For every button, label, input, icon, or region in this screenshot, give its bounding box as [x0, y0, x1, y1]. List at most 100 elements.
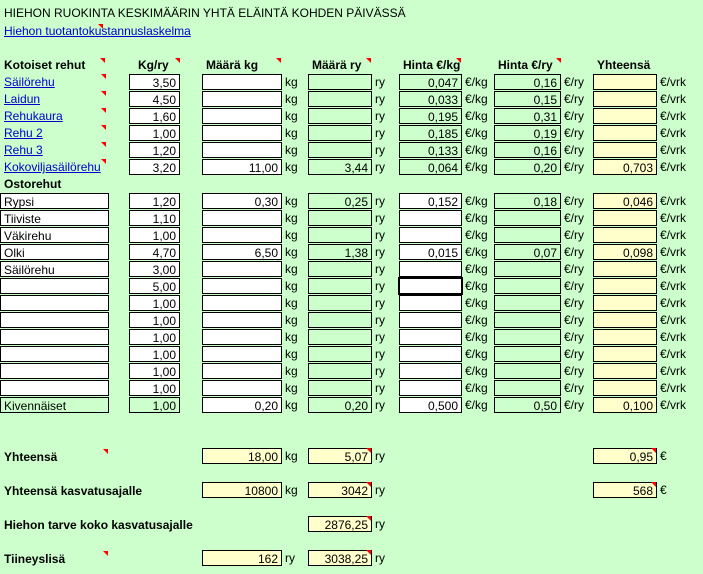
amount-kg-cell[interactable] — [202, 329, 282, 345]
price-per-ry-cell[interactable]: 0,50 — [494, 397, 561, 413]
amount-kg-cell[interactable] — [202, 227, 282, 243]
amount-ry-cell[interactable] — [308, 91, 372, 107]
comment-marker[interactable] — [366, 448, 371, 453]
comment-marker[interactable] — [101, 142, 106, 147]
pregnancy-supplement-2-cell[interactable]: 3038,25 — [308, 550, 372, 566]
comment-marker[interactable] — [101, 159, 106, 164]
feed-name-cell[interactable]: Kivennäiset — [0, 397, 109, 413]
comment-marker[interactable] — [456, 58, 461, 63]
price-per-ry-cell[interactable]: 0,20 — [494, 159, 561, 175]
price-per-kg-cell[interactable] — [399, 261, 462, 277]
price-per-ry-cell[interactable] — [494, 227, 561, 243]
price-per-ry-cell[interactable] — [494, 363, 561, 379]
kg-per-ry-cell[interactable]: 1,00 — [129, 380, 180, 396]
amount-ry-cell[interactable]: 1,38 — [308, 244, 372, 260]
comment-marker[interactable] — [366, 58, 371, 63]
total-cell[interactable] — [593, 125, 657, 141]
kg-per-ry-cell[interactable]: 1,00 — [129, 312, 180, 328]
price-per-ry-cell[interactable]: 0,16 — [494, 142, 561, 158]
price-per-kg-cell[interactable]: 0,195 — [399, 108, 462, 124]
kg-per-ry-cell[interactable]: 1,00 — [129, 295, 180, 311]
amount-ry-cell[interactable] — [308, 380, 372, 396]
kg-per-ry-cell[interactable]: 1,20 — [129, 142, 180, 158]
price-per-ry-cell[interactable] — [494, 346, 561, 362]
price-per-kg-cell[interactable]: 0,033 — [399, 91, 462, 107]
comment-marker[interactable] — [101, 91, 106, 96]
total-kg-cell[interactable]: 18,00 — [202, 448, 282, 464]
kg-per-ry-cell[interactable]: 4,50 — [129, 91, 180, 107]
amount-ry-cell[interactable] — [308, 74, 372, 90]
comment-marker[interactable] — [98, 24, 103, 29]
price-per-kg-cell[interactable]: 0,064 — [399, 159, 462, 175]
price-per-kg-cell[interactable]: 0,015 — [399, 244, 462, 260]
amount-ry-cell[interactable] — [308, 312, 372, 328]
comment-marker[interactable] — [651, 448, 656, 453]
price-per-kg-cell[interactable] — [399, 227, 462, 243]
price-per-kg-cell[interactable]: 0,185 — [399, 125, 462, 141]
price-per-kg-cell[interactable] — [399, 295, 462, 311]
price-per-ry-cell[interactable] — [494, 329, 561, 345]
amount-kg-cell[interactable] — [202, 142, 282, 158]
total-cell[interactable] — [593, 210, 657, 226]
amount-kg-cell[interactable] — [202, 210, 282, 226]
total-cell[interactable]: 0,703 — [593, 159, 657, 175]
kg-per-ry-cell[interactable]: 3,00 — [129, 261, 180, 277]
price-per-ry-cell[interactable] — [494, 278, 561, 294]
comment-marker[interactable] — [175, 58, 180, 63]
comment-marker[interactable] — [101, 125, 106, 130]
feed-name-cell[interactable] — [0, 380, 109, 396]
total-cell[interactable] — [593, 346, 657, 362]
price-per-ry-cell[interactable]: 0,15 — [494, 91, 561, 107]
comment-marker[interactable] — [100, 58, 105, 63]
amount-kg-cell[interactable] — [202, 74, 282, 90]
feed-link[interactable]: Rehu 2 — [4, 125, 43, 141]
total-cell[interactable] — [593, 142, 657, 158]
comment-marker[interactable] — [103, 551, 108, 556]
amount-ry-cell[interactable] — [308, 329, 372, 345]
pregnancy-supplement-1-cell[interactable]: 162 — [202, 550, 282, 566]
feed-name-cell[interactable]: Väkirehu — [0, 227, 109, 243]
total-cell[interactable] — [593, 91, 657, 107]
kg-per-ry-cell[interactable]: 1,00 — [129, 363, 180, 379]
heifer-need-ry-cell[interactable]: 2876,25 — [308, 516, 372, 532]
active-cell-selection[interactable] — [398, 277, 463, 295]
price-per-kg-cell[interactable] — [399, 312, 462, 328]
amount-ry-cell[interactable] — [308, 261, 372, 277]
total-cell[interactable] — [593, 74, 657, 90]
total-cell[interactable]: 0,046 — [593, 193, 657, 209]
rearing-total-ry-cell[interactable]: 3042 — [308, 482, 372, 498]
kg-per-ry-cell[interactable]: 3,50 — [129, 74, 180, 90]
comment-marker[interactable] — [101, 74, 106, 79]
amount-kg-cell[interactable] — [202, 261, 282, 277]
comment-marker[interactable] — [103, 449, 108, 454]
amount-kg-cell[interactable]: 11,00 — [202, 159, 282, 175]
price-per-ry-cell[interactable] — [494, 210, 561, 226]
kg-per-ry-cell[interactable]: 1,20 — [129, 193, 180, 209]
total-cell[interactable] — [593, 329, 657, 345]
comment-marker[interactable] — [366, 516, 371, 521]
price-per-kg-cell[interactable] — [399, 210, 462, 226]
amount-ry-cell[interactable] — [308, 108, 372, 124]
price-per-kg-cell[interactable] — [399, 363, 462, 379]
feed-name-cell[interactable]: Tiiviste — [0, 210, 109, 226]
comment-marker[interactable] — [366, 550, 371, 555]
price-per-kg-cell[interactable]: 0,047 — [399, 74, 462, 90]
amount-kg-cell[interactable] — [202, 312, 282, 328]
feed-link[interactable]: Rehu 3 — [4, 142, 43, 158]
rearing-total-kg-cell[interactable]: 10800 — [202, 482, 282, 498]
amount-kg-cell[interactable] — [202, 108, 282, 124]
feed-name-cell[interactable]: Säilörehu — [0, 261, 109, 277]
amount-kg-cell[interactable] — [202, 125, 282, 141]
amount-ry-cell[interactable] — [308, 210, 372, 226]
price-per-kg-cell[interactable]: 0,133 — [399, 142, 462, 158]
amount-kg-cell[interactable] — [202, 91, 282, 107]
feed-name-cell[interactable] — [0, 312, 109, 328]
amount-ry-cell[interactable] — [308, 125, 372, 141]
price-per-ry-cell[interactable]: 0,07 — [494, 244, 561, 260]
total-cell[interactable] — [593, 261, 657, 277]
rearing-total-eur-cell[interactable]: 568 — [593, 482, 657, 498]
price-per-ry-cell[interactable] — [494, 295, 561, 311]
kg-per-ry-cell[interactable]: 1,00 — [129, 397, 180, 413]
price-per-ry-cell[interactable] — [494, 380, 561, 396]
amount-kg-cell[interactable] — [202, 363, 282, 379]
